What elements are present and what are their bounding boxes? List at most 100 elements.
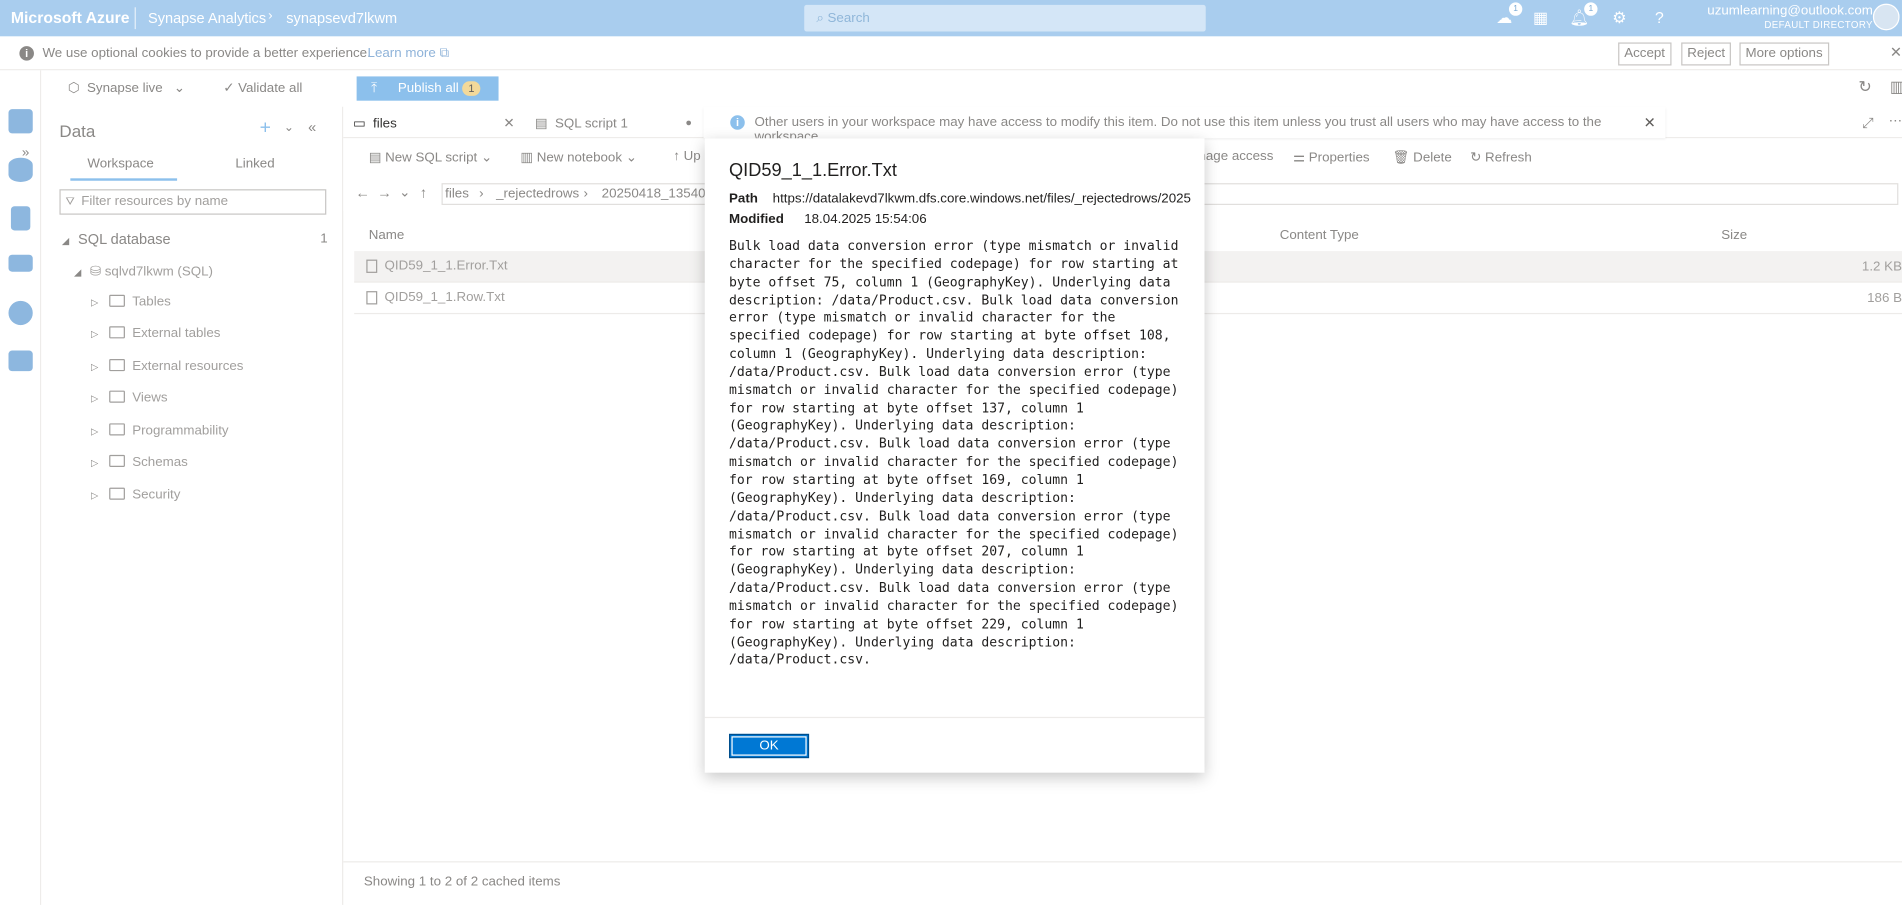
manage-access-button[interactable]: nage access <box>1198 149 1273 164</box>
notifications-icon[interactable]: 🔔︎ 1 <box>1568 2 1598 29</box>
feedback-icon[interactable]: ☁ 1 <box>1493 2 1523 29</box>
reject-button[interactable]: Reject <box>1681 42 1732 66</box>
notifications-badge: 1 <box>1584 2 1598 16</box>
learn-more-link[interactable]: Learn more ⧉ <box>368 46 449 62</box>
folder-icon <box>109 487 125 500</box>
active-tab-indicator <box>70 178 178 181</box>
file-size: 186 B <box>1867 291 1902 306</box>
tab-workspace[interactable]: Workspace <box>87 156 154 171</box>
path-value: https://datalakevd7lkwm.dfs.core.windows… <box>772 191 1191 207</box>
database-icon: ⛁ <box>89 264 102 279</box>
cookie-message: We use optional cookies to provide a bet… <box>42 46 371 61</box>
workspace-name[interactable]: synapsevd7lkwm <box>286 10 397 27</box>
account-menu[interactable]: uzumlearning@outlook.com DEFAULT DIRECTO… <box>1707 4 1873 33</box>
file-name: QID59_1_1.Row.Txt <box>384 289 505 305</box>
warning-infobar: i Other users in your workspace may have… <box>703 106 1666 144</box>
close-icon[interactable]: ✕ <box>1890 44 1902 61</box>
tab-sql-script[interactable]: ▤ SQL script 1 <box>535 115 628 131</box>
search-input[interactable]: ⌕ Search <box>804 4 1206 32</box>
upload-button[interactable]: ↑ Up <box>673 149 700 164</box>
tree-node-security[interactable]: ▷ Security <box>91 487 180 502</box>
more-options-button[interactable]: More options <box>1739 42 1829 66</box>
collapse-all-icon[interactable]: ⌄ <box>284 121 294 134</box>
command-bar: ⬡ Synapse live ⌄ ✓ Validate all ⤒ Publish… <box>41 70 1902 107</box>
tree-node-external-tables[interactable]: ▷ External tables <box>91 326 220 341</box>
column-header-size[interactable]: Size <box>1721 228 1747 243</box>
nav-rail: » <box>0 70 42 905</box>
new-sql-script-button[interactable]: ▤ New SQL script ⌄ <box>369 149 492 165</box>
crumb-folder[interactable]: 20250418_135406 <box>602 187 713 202</box>
synapse-live-button[interactable]: ⬡ Synapse live ⌄ <box>68 80 185 96</box>
properties-button[interactable]: ⚌ Properties <box>1293 149 1369 165</box>
delete-button[interactable]: 🗑︎ Delete <box>1393 149 1452 165</box>
ok-button[interactable]: OK <box>729 733 810 759</box>
publish-count-badge: 1 <box>462 81 481 96</box>
folder-icon <box>109 423 125 436</box>
folder-icon <box>109 294 125 307</box>
new-notebook-button[interactable]: ▥ New notebook ⌄ <box>520 149 637 165</box>
tree-node-db[interactable]: ◢ ⛁ sqlvd7lkwm (SQL) <box>74 263 213 279</box>
tab-linked[interactable]: Linked <box>235 156 274 171</box>
data-icon[interactable] <box>8 157 33 182</box>
data-panel: Data + ⌄ « Workspace Linked ⛛ Filter reso… <box>41 106 344 905</box>
validate-all-button[interactable]: ✓ Validate all <box>223 80 302 96</box>
folder-icon <box>109 326 125 339</box>
history-icon[interactable]: ⌄ <box>399 184 410 201</box>
service-name[interactable]: Synapse Analytics <box>148 10 266 27</box>
crumb-files[interactable]: files <box>445 187 469 202</box>
refresh-button[interactable]: ↻ Refresh <box>1470 149 1532 165</box>
refresh-icon[interactable]: ↻ <box>1858 78 1871 97</box>
tree-node-external-resources[interactable]: ▷ External resources <box>91 359 243 374</box>
file-icon <box>366 291 378 305</box>
info-icon: i <box>19 46 34 61</box>
folder-icon <box>109 359 125 372</box>
forward-icon[interactable]: → <box>377 184 392 201</box>
accept-button[interactable]: Accept <box>1618 42 1672 66</box>
avatar[interactable] <box>1872 3 1900 31</box>
tab-files[interactable]: ▭ files <box>353 115 397 131</box>
column-header-content-type[interactable]: Content Type <box>1280 228 1359 243</box>
tree-node-schemas[interactable]: ▷ Schemas <box>91 454 188 469</box>
help-icon[interactable]: ? <box>1648 7 1670 29</box>
upload-icon: ⤒ <box>371 81 378 96</box>
close-tab-icon[interactable]: ✕ <box>503 115 514 131</box>
back-icon[interactable]: ← <box>355 184 370 201</box>
tree-node-programmability[interactable]: ▷ Programmability <box>91 423 229 438</box>
publish-all-button[interactable]: ⤒ Publish all 1 <box>356 76 499 101</box>
up-icon[interactable]: ↑ <box>420 184 427 201</box>
filter-icon: ⛛ <box>65 195 75 208</box>
develop-icon[interactable] <box>10 206 31 231</box>
item-count: Showing 1 to 2 of 2 cached items <box>363 874 561 890</box>
dialog-title: QID59_1_1.Error.Txt <box>729 160 897 181</box>
modified-label: Modified <box>729 212 784 227</box>
count-badge: 1 <box>320 231 328 247</box>
brand-link[interactable]: Microsoft Azure <box>11 8 130 26</box>
home-icon[interactable] <box>8 109 33 134</box>
column-header-name[interactable]: Name <box>369 228 405 243</box>
directory-switch-icon[interactable]: ▦ <box>1530 7 1552 29</box>
crumb-rejectedrows[interactable]: _rejectedrows <box>496 187 579 202</box>
maximize-icon[interactable]: ⤢ <box>1862 114 1874 132</box>
discard-icon[interactable]: ▥ <box>1890 78 1902 97</box>
chevron-right-icon: › <box>268 8 273 24</box>
file-size: 1.2 KB <box>1861 259 1902 275</box>
settings-gear-icon[interactable]: ⚙ <box>1608 7 1630 29</box>
add-icon[interactable]: + <box>260 118 271 140</box>
close-icon[interactable]: ✕ <box>1644 114 1656 131</box>
manage-icon[interactable] <box>8 350 33 372</box>
path-label: Path <box>729 191 758 207</box>
search-icon: ⌕ <box>816 10 828 26</box>
top-bar: Microsoft Azure Synapse Analytics › syna… <box>0 0 1902 37</box>
modified-value: 18.04.2025 15:54:06 <box>804 212 927 227</box>
folder-icon <box>109 390 125 403</box>
more-icon[interactable]: ⋯ <box>1889 113 1902 129</box>
tree-node-views[interactable]: ▷ Views <box>91 390 168 405</box>
unsaved-dot-icon: ● <box>685 116 692 129</box>
collapse-panel-icon[interactable]: « <box>308 119 316 136</box>
integrate-icon[interactable] <box>8 254 33 272</box>
filter-input[interactable]: ⛛ Filter resources by name <box>59 189 327 215</box>
file-name: QID59_1_1.Error.Txt <box>384 258 508 273</box>
tree-node-tables[interactable]: ▷ Tables <box>91 294 171 309</box>
monitor-icon[interactable] <box>8 300 33 326</box>
tree-node-sql-database[interactable]: ◢ SQL database <box>62 230 171 247</box>
